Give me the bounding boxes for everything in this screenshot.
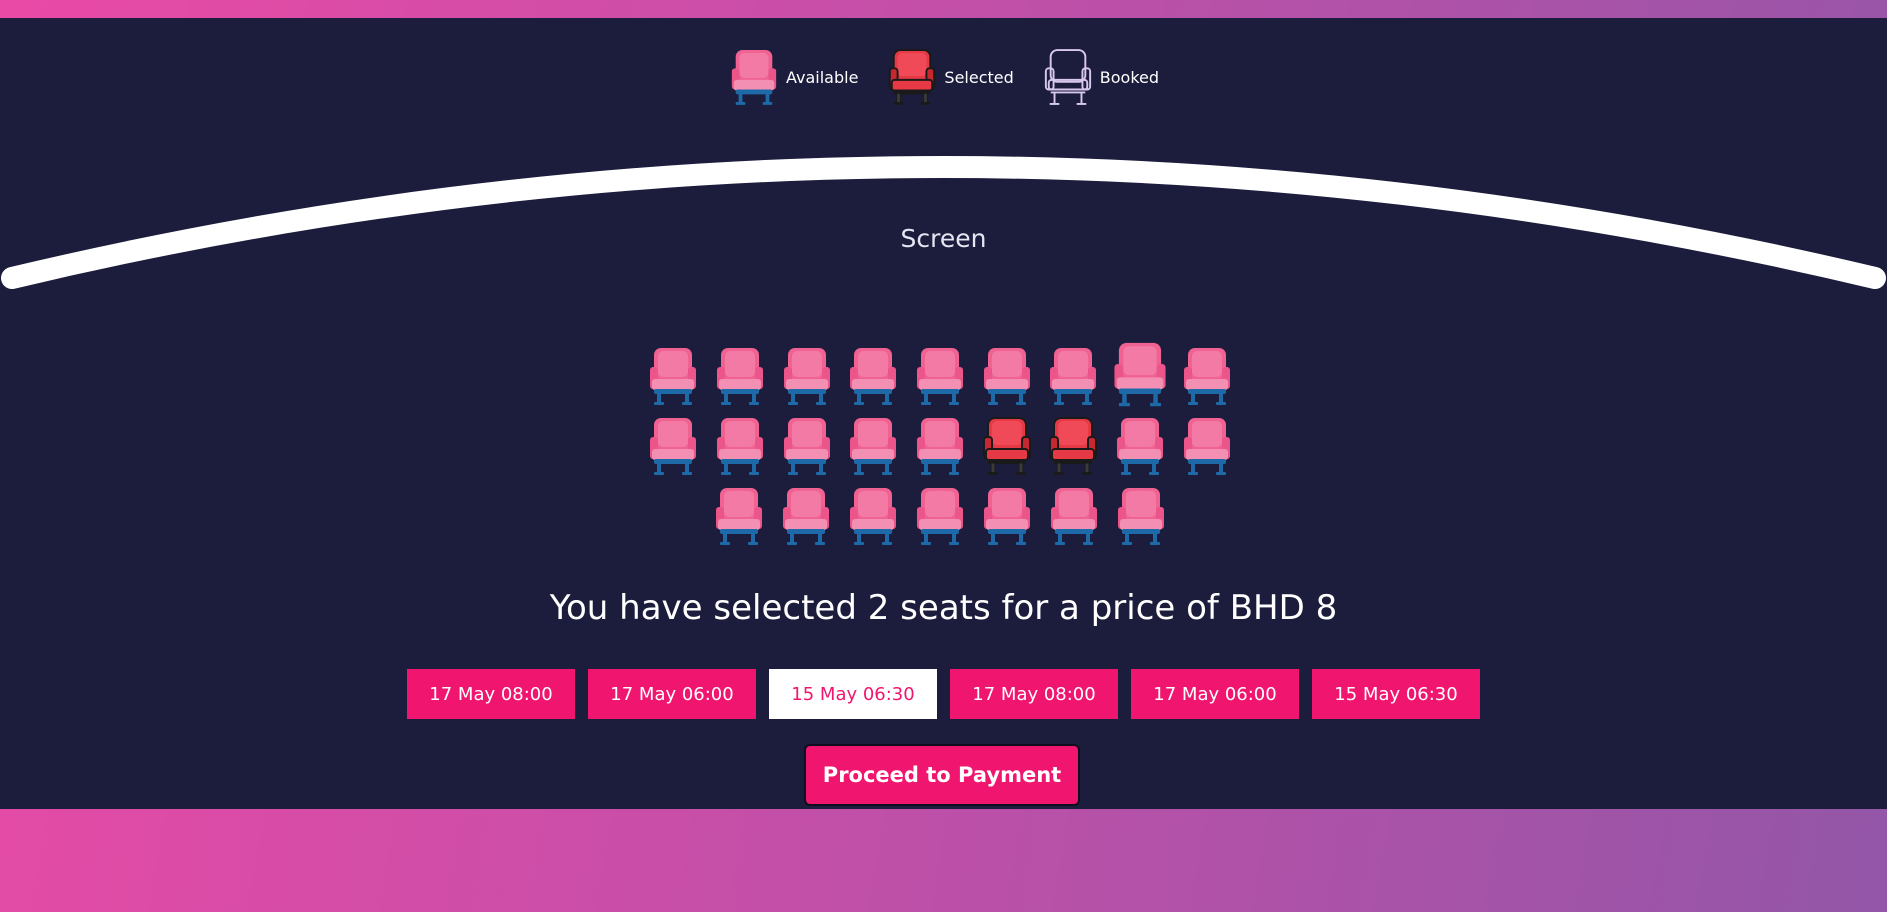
seat-row [640,345,1240,415]
seat-icon [913,415,967,477]
seat-icon [1046,345,1100,407]
legend-selected: Selected [886,46,1014,108]
seat-icon [646,345,700,407]
seat-available[interactable] [773,415,840,485]
seat-available[interactable] [1108,485,1175,555]
screen-curve [1,156,1886,289]
seat-available[interactable] [707,415,774,485]
seat-available[interactable] [1107,345,1174,415]
showtime-button[interactable]: 17 May 08:00 [950,669,1118,719]
seat-selected[interactable] [973,415,1040,485]
seat-available[interactable] [707,345,774,415]
seat-icon [646,415,700,477]
seat-available[interactable] [907,485,974,555]
seat-icon [713,415,767,477]
seat-selected[interactable] [1040,415,1107,485]
seat-icon [780,345,834,407]
seat-icon [980,415,1034,477]
summary-middle: seats for a price of [889,588,1230,628]
seat-available[interactable] [1173,415,1240,485]
seat-available[interactable] [1041,485,1108,555]
seat-row [640,485,1240,555]
price-currency: BHD [1229,588,1305,628]
seat-icon [713,345,767,407]
seat-available[interactable] [640,345,707,415]
seat-available[interactable] [973,345,1040,415]
seat-available[interactable] [907,345,974,415]
showtime-button[interactable]: 17 May 06:00 [1131,669,1299,719]
available-seat-icon [728,46,780,108]
seat-icon [846,485,900,547]
legend-available-label: Available [785,67,859,87]
seat-available[interactable] [840,415,907,485]
seat-icon [846,345,900,407]
showtime-selector: 17 May 08:00 17 May 06:00 15 May 06:30 1… [0,669,1887,719]
seat-available[interactable] [773,485,840,555]
selection-summary: You have selected 2 seats for a price of… [0,588,1887,628]
selected-seat-icon [886,46,938,108]
seat-icon [1110,339,1170,409]
seat-available[interactable] [640,415,707,485]
seat-available[interactable] [1040,345,1107,415]
summary-prefix: You have selected [549,588,868,628]
seat-icon [1114,485,1168,547]
booking-panel: Available Selected Booked Screen You hav… [0,18,1887,809]
seat-legend: Available Selected Booked [0,46,1887,108]
seat-available[interactable] [974,485,1041,555]
booked-seat-icon [1042,46,1094,108]
seat-icon [1046,415,1100,477]
seat-icon [712,485,766,547]
seat-available[interactable] [706,485,773,555]
total-price: 8 [1315,588,1338,628]
seat-icon [1113,415,1167,477]
legend-booked-label: Booked [1099,67,1160,87]
selected-count: 2 [867,588,890,628]
seat-icon [913,345,967,407]
legend-available: Available [728,46,858,108]
showtime-button[interactable]: 17 May 06:00 [588,669,756,719]
seat-available[interactable] [840,345,907,415]
seat-icon [780,415,834,477]
seat-available[interactable] [907,415,974,485]
seat-icon [980,345,1034,407]
showtime-button[interactable]: 15 May 06:30 [769,669,937,719]
seat-icon [913,485,967,547]
seat-icon [1047,485,1101,547]
seat-available[interactable] [773,345,840,415]
seat-available[interactable] [840,485,907,555]
seat-grid [640,345,1240,555]
seat-icon [1180,345,1234,407]
screen-label: Screen [900,224,987,253]
proceed-to-payment-button[interactable]: Proceed to Payment [804,744,1080,806]
legend-booked: Booked [1042,46,1159,108]
seat-row [640,415,1240,485]
seat-available[interactable] [1107,415,1174,485]
seat-available[interactable] [1173,345,1240,415]
seat-icon [846,415,900,477]
seat-icon [779,485,833,547]
showtime-button[interactable]: 15 May 06:30 [1312,669,1480,719]
seat-icon [980,485,1034,547]
seat-icon [1180,415,1234,477]
showtime-button[interactable]: 17 May 08:00 [407,669,575,719]
legend-selected-label: Selected [944,67,1014,87]
